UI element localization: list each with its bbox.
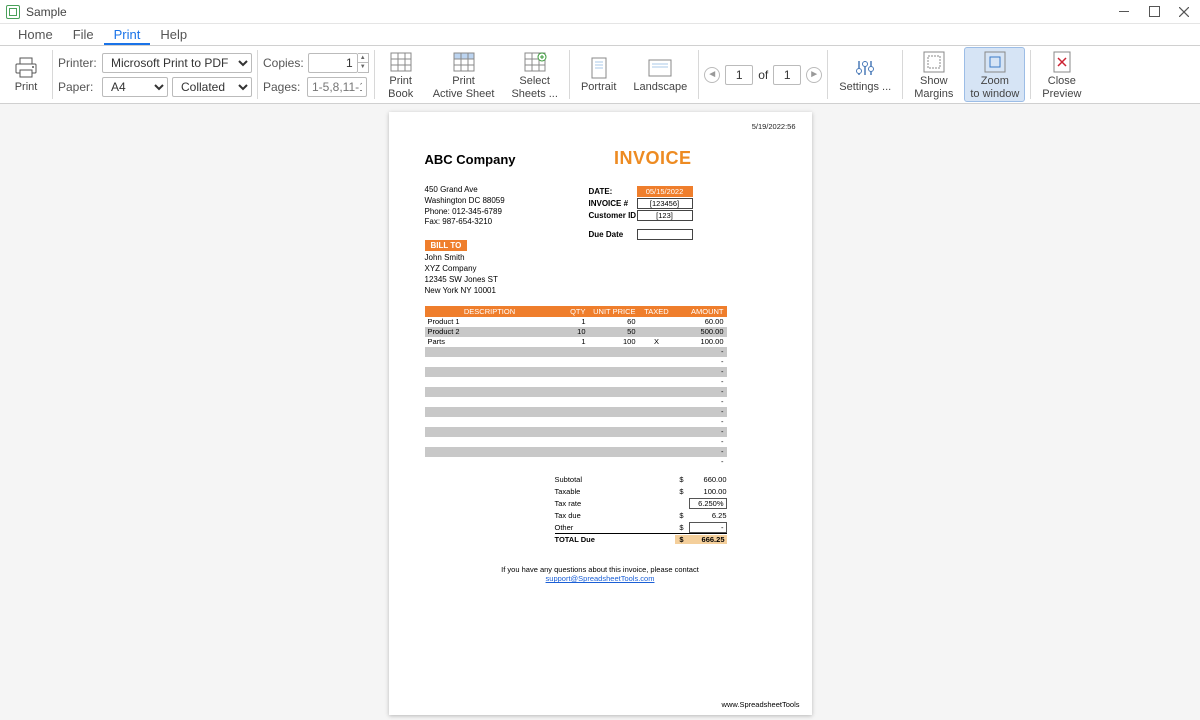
grid-full-icon	[388, 49, 414, 75]
company-name: ABC Company	[425, 152, 776, 167]
margins-icon	[921, 49, 947, 75]
grid-active-icon	[451, 49, 477, 75]
table-row: -	[425, 357, 727, 367]
print-active-sheet-button[interactable]: Print Active Sheet	[427, 47, 501, 101]
portrait-icon	[586, 55, 612, 81]
table-row: -	[425, 347, 727, 357]
invoice-table: DESCRIPTION QTY UNIT PRICE TAXED AMOUNT …	[425, 306, 727, 467]
print-book-button[interactable]: Print Book	[380, 47, 422, 101]
close-preview-button[interactable]: Close Preview	[1036, 47, 1087, 101]
copies-input[interactable]	[308, 53, 358, 73]
invoice-title: INVOICE	[614, 148, 692, 169]
table-row: -	[425, 367, 727, 377]
invoice-meta: DATE:05/15/2022 INVOICE #[123456] Custom…	[589, 185, 693, 240]
paper-select[interactable]: A4	[102, 77, 168, 97]
menu-tabs: Home File Print Help	[0, 24, 1200, 46]
copies-up[interactable]: ▲	[358, 54, 368, 63]
portrait-button[interactable]: Portrait	[575, 53, 622, 95]
close-button[interactable]	[1178, 6, 1190, 18]
table-row: -	[425, 437, 727, 447]
copies-down[interactable]: ▼	[358, 63, 368, 72]
bill-to-header: BILL TO	[425, 240, 468, 251]
title-bar: Sample	[0, 0, 1200, 24]
minimize-button[interactable]	[1118, 6, 1130, 18]
bill-to-address: John Smith XYZ Company 12345 SW Jones ST…	[425, 253, 776, 296]
close-preview-icon	[1049, 49, 1075, 75]
tab-help[interactable]: Help	[150, 24, 197, 45]
zoom-window-icon	[982, 49, 1008, 75]
support-email-link[interactable]: support@SpreadsheetTools.com	[546, 574, 655, 583]
paper-label: Paper:	[58, 80, 98, 94]
window-title: Sample	[26, 5, 67, 19]
zoom-to-window-button[interactable]: Zoom to window	[964, 47, 1025, 101]
printer-select[interactable]: Microsoft Print to PDF	[102, 53, 252, 73]
table-row: Product 21050500.00	[425, 327, 727, 337]
table-row: Parts1100X100.00	[425, 337, 727, 347]
select-sheets-button[interactable]: Select Sheets ...	[505, 47, 563, 101]
pages-label: Pages:	[263, 80, 303, 94]
pages-input[interactable]	[307, 77, 367, 97]
printer-label: Printer:	[58, 56, 98, 70]
table-row: Product 116060.00	[425, 317, 727, 327]
app-icon	[6, 5, 20, 19]
page-preview: 5/19/2022:56 ABC Company INVOICE 450 Gra…	[389, 112, 812, 715]
settings-button[interactable]: Settings ...	[833, 53, 897, 95]
preview-area[interactable]: 5/19/2022:56 ABC Company INVOICE 450 Gra…	[0, 104, 1200, 720]
table-row: -	[425, 427, 727, 437]
grid-select-icon	[522, 49, 548, 75]
landscape-icon	[647, 55, 673, 81]
table-row: -	[425, 447, 727, 457]
tab-file[interactable]: File	[63, 24, 104, 45]
ribbon: Print Printer: Microsoft Print to PDF Pa…	[0, 46, 1200, 104]
table-row: -	[425, 387, 727, 397]
page-header-right: 5/19/2022:56	[752, 122, 796, 131]
totals-block: Subtotal$660.00 Taxable$100.00 Tax rate6…	[555, 473, 727, 545]
landscape-button[interactable]: Landscape	[627, 53, 693, 95]
next-page-button[interactable]: ►	[806, 67, 822, 83]
print-button[interactable]: Print	[5, 53, 47, 95]
copies-label: Copies:	[263, 56, 304, 70]
tab-home[interactable]: Home	[8, 24, 63, 45]
page-footer: www.SpreadsheetTools	[722, 700, 800, 709]
tab-print[interactable]: Print	[104, 24, 151, 45]
collate-select[interactable]: Collated	[172, 77, 252, 97]
show-margins-button[interactable]: Show Margins	[908, 47, 959, 101]
invoice-footnote: If you have any questions about this inv…	[425, 565, 776, 583]
page-of-label: of	[758, 68, 768, 82]
table-row: -	[425, 417, 727, 427]
page-total-input[interactable]	[773, 65, 801, 85]
maximize-button[interactable]	[1148, 6, 1160, 18]
prev-page-button[interactable]: ◄	[704, 67, 720, 83]
table-row: -	[425, 457, 727, 467]
sliders-icon	[852, 55, 878, 81]
printer-icon	[13, 55, 39, 81]
page-current-input[interactable]	[725, 65, 753, 85]
table-row: -	[425, 397, 727, 407]
table-row: -	[425, 407, 727, 417]
table-row: -	[425, 377, 727, 387]
